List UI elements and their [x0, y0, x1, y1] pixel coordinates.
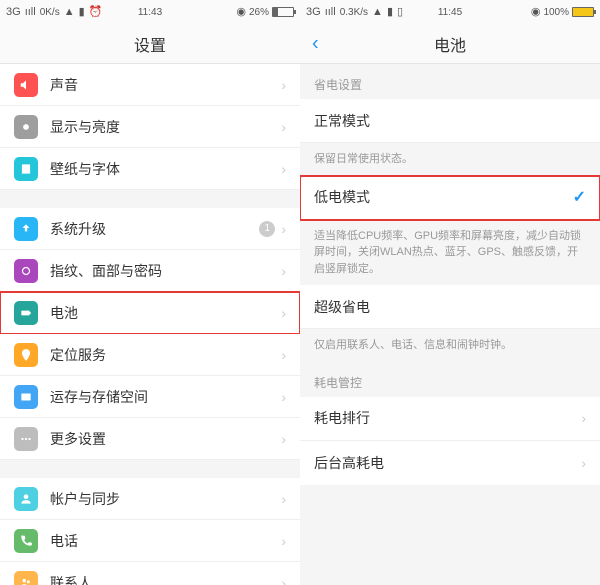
mode-super-desc: 仅启用联系人、电话、信息和闹钟时钟。 [300, 329, 600, 362]
back-button[interactable]: ‹ [308, 28, 323, 59]
battery-icon [14, 301, 38, 325]
status-time: 11:45 [438, 7, 462, 18]
row-label: 声音 [50, 75, 281, 95]
network-icon: 3G [6, 7, 21, 18]
settings-item-update[interactable]: 系统升级 1 › [0, 208, 300, 250]
status-bar: 3G ııll 0.3K/s ▲ ▮ ▯ 11:45 ◉ 100% [300, 0, 600, 24]
section-title: 省电设置 [300, 64, 600, 99]
battery-list: 省电设置 正常模式 保留日常使用状态。 低电模式 ✓ 适当降低CPU频率、GPU… [300, 64, 600, 585]
settings-screen: 3G ııll 0K/s ▲ ▮ ⏰ 11:43 ◉ 26% 设置 声音 › 显… [0, 0, 300, 585]
chevron-right-icon: › [281, 119, 286, 135]
sim-icon: ▮ [79, 7, 85, 18]
chevron-right-icon: › [281, 263, 286, 279]
mode-low-power[interactable]: 低电模式 ✓ [300, 176, 600, 220]
settings-item-account[interactable]: 帐户与同步 › [0, 478, 300, 520]
sim-icon: ▮ [387, 7, 393, 18]
chevron-right-icon: › [281, 389, 286, 405]
chevron-right-icon: › [281, 575, 286, 585]
page-title: 设置 [134, 32, 166, 56]
chevron-right-icon: › [281, 221, 286, 237]
mode-normal[interactable]: 正常模式 [300, 99, 600, 143]
display-icon [14, 115, 38, 139]
alarm-icon: ⏰ [89, 7, 103, 18]
settings-item-wallpaper[interactable]: 壁纸与字体 › [0, 148, 300, 190]
chevron-right-icon: › [281, 305, 286, 321]
row-label: 运存与存储空间 [50, 387, 281, 407]
settings-item-phone[interactable]: 电话 › [0, 520, 300, 562]
settings-item-more[interactable]: 更多设置 › [0, 418, 300, 460]
location-icon [14, 343, 38, 367]
speed-text: 0.3K/s [340, 7, 368, 18]
update-icon [14, 217, 38, 241]
row-label: 显示与亮度 [50, 117, 281, 137]
settings-item-sound[interactable]: 声音 › [0, 64, 300, 106]
battery-pct: 26% [249, 7, 269, 18]
chevron-right-icon: › [281, 491, 286, 507]
status-time: 11:43 [138, 7, 162, 18]
badge: 1 [259, 221, 275, 237]
speed-text: 0K/s [40, 7, 60, 18]
battery-screen: 3G ııll 0.3K/s ▲ ▮ ▯ 11:45 ◉ 100% ‹ 电池 省… [300, 0, 600, 585]
signal-icon: ııll [325, 7, 336, 18]
header: 设置 [0, 24, 300, 64]
section-title: 耗电管控 [300, 362, 600, 397]
settings-list: 声音 › 显示与亮度 › 壁纸与字体 › 系统升级 1 › 指纹、面部与密码 ›… [0, 64, 300, 585]
mode-low-desc: 适当降低CPU频率、GPU频率和屏幕亮度，减少自动锁屏时间，关闭WLAN热点、蓝… [300, 220, 600, 286]
power-ranking[interactable]: 耗电排行 › [300, 397, 600, 441]
network-icon: 3G [306, 7, 321, 18]
row-label: 耗电排行 [314, 408, 581, 428]
chevron-right-icon: › [581, 455, 586, 471]
chevron-right-icon: › [281, 431, 286, 447]
row-label: 正常模式 [314, 111, 586, 131]
storage-icon [14, 385, 38, 409]
battery-icon [272, 7, 294, 17]
more-icon [14, 427, 38, 451]
chevron-right-icon: › [281, 347, 286, 363]
account-icon [14, 487, 38, 511]
warn-icon: ▲ [64, 7, 75, 18]
row-label: 系统升级 [50, 219, 259, 239]
status-bar: 3G ııll 0K/s ▲ ▮ ⏰ 11:43 ◉ 26% [0, 0, 300, 24]
fingerprint-icon [14, 259, 38, 283]
page-title: 电池 [434, 32, 466, 56]
battery-pct: 100% [543, 7, 569, 18]
wallpaper-icon [14, 157, 38, 181]
background-power[interactable]: 后台高耗电 › [300, 441, 600, 485]
mode-super-save[interactable]: 超级省电 [300, 285, 600, 329]
mode-normal-desc: 保留日常使用状态。 [300, 143, 600, 176]
wifi-icon: ◉ [236, 7, 246, 18]
contacts-icon [14, 571, 38, 585]
chevron-right-icon: › [581, 410, 586, 426]
settings-item-display[interactable]: 显示与亮度 › [0, 106, 300, 148]
header: ‹ 电池 [300, 24, 600, 64]
check-icon: ✓ [573, 187, 586, 207]
row-label: 电池 [50, 303, 281, 323]
signal-icon: ııll [25, 7, 36, 18]
row-label: 联系人 [50, 573, 281, 585]
chevron-right-icon: › [281, 77, 286, 93]
settings-item-battery[interactable]: 电池 › [0, 292, 300, 334]
row-label: 后台高耗电 [314, 453, 581, 473]
chevron-right-icon: › [281, 161, 286, 177]
row-label: 超级省电 [314, 297, 586, 317]
wifi-icon: ◉ [531, 7, 541, 18]
settings-item-fingerprint[interactable]: 指纹、面部与密码 › [0, 250, 300, 292]
row-label: 壁纸与字体 [50, 159, 281, 179]
row-label: 低电模式 [314, 187, 573, 207]
battery-icon [572, 7, 594, 17]
row-label: 定位服务 [50, 345, 281, 365]
row-label: 指纹、面部与密码 [50, 261, 281, 281]
row-label: 帐户与同步 [50, 489, 281, 509]
settings-item-storage[interactable]: 运存与存储空间 › [0, 376, 300, 418]
card-icon: ▯ [397, 7, 403, 18]
settings-item-location[interactable]: 定位服务 › [0, 334, 300, 376]
phone-icon [14, 529, 38, 553]
row-label: 电话 [50, 531, 281, 551]
sound-icon [14, 73, 38, 97]
settings-item-contacts[interactable]: 联系人 › [0, 562, 300, 585]
row-label: 更多设置 [50, 429, 281, 449]
chevron-right-icon: › [281, 533, 286, 549]
warn-icon: ▲ [372, 7, 383, 18]
